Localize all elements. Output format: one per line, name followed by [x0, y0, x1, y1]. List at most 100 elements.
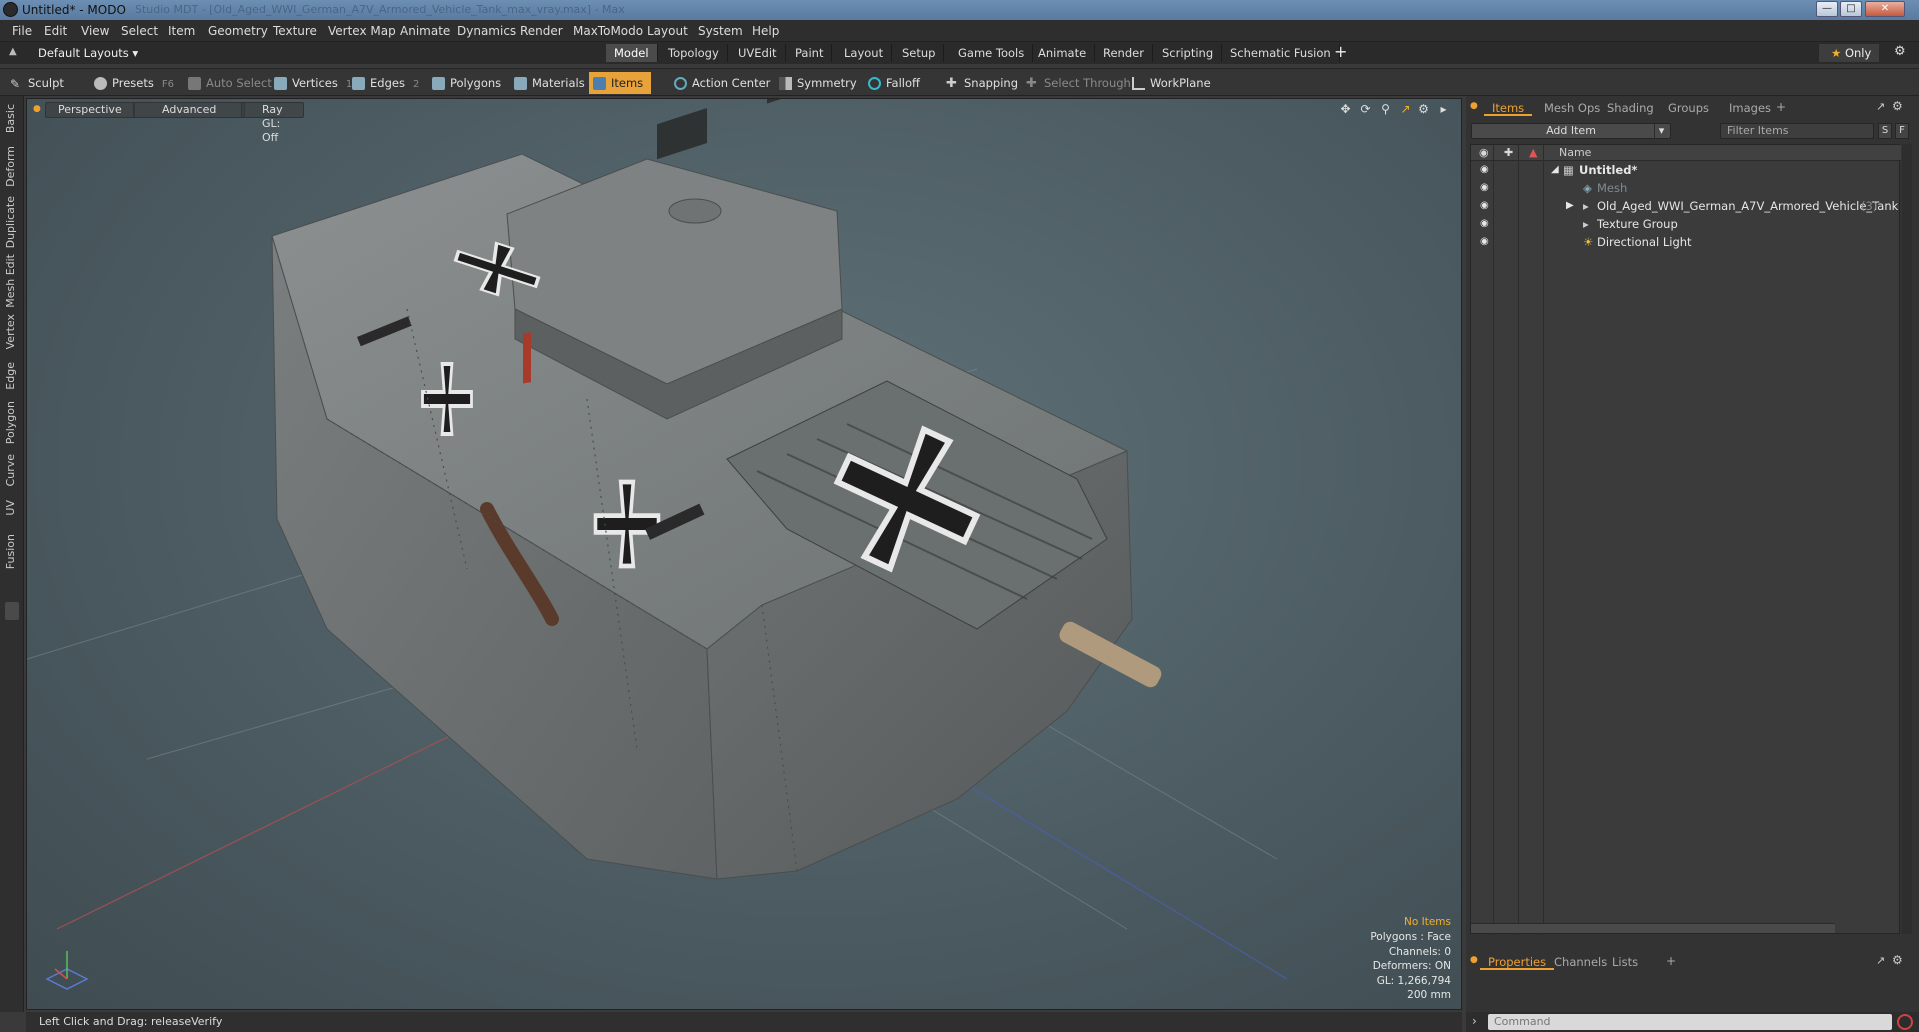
default-layouts-dropdown[interactable]: Default Layouts ▾: [38, 46, 138, 60]
filter-s-button[interactable]: S: [1878, 123, 1892, 139]
vtab-curve[interactable]: Curve: [4, 454, 17, 486]
tab-lists[interactable]: Lists: [1604, 954, 1646, 970]
view-mode-button[interactable]: Perspective: [45, 102, 135, 118]
tab-properties[interactable]: Properties: [1480, 954, 1555, 970]
tree-row-texture-group[interactable]: ◉ ▸ Texture Group: [1471, 215, 1901, 233]
auto-select-button[interactable]: Auto Select: [184, 72, 272, 94]
properties-expand-icon[interactable]: ↗: [1876, 954, 1885, 967]
menu-select[interactable]: Select: [121, 24, 158, 38]
command-input[interactable]: Command: [1488, 1014, 1892, 1030]
tab-mesh-ops[interactable]: Mesh Ops: [1536, 100, 1608, 116]
expand-arrow-icon[interactable]: ▶: [1566, 197, 1574, 215]
menu-edit[interactable]: Edit: [44, 24, 67, 38]
vtab-duplicate[interactable]: Duplicate: [4, 196, 17, 248]
menu-item[interactable]: Item: [168, 24, 195, 38]
vtab-uv[interactable]: UV: [4, 500, 17, 516]
tree-row-directional-light[interactable]: ◉ ☀ Directional Light: [1471, 233, 1901, 251]
falloff-button[interactable]: Falloff: [864, 72, 920, 94]
tab-model[interactable]: Model: [606, 44, 658, 62]
sculpt-button[interactable]: ✎ Sculpt: [6, 72, 64, 94]
viewport-expand-icon[interactable]: ▸: [1437, 103, 1450, 116]
name-column-header[interactable]: Name: [1559, 146, 1591, 159]
shading-mode-button[interactable]: Advanced: [133, 102, 246, 118]
properties-menu-icon[interactable]: ●: [1470, 955, 1478, 965]
vtab-vertex[interactable]: Vertex: [4, 314, 17, 349]
add-properties-tab-button[interactable]: +: [1666, 954, 1676, 968]
minimize-button[interactable]: —: [1816, 1, 1838, 17]
menu-geometry[interactable]: Geometry: [208, 24, 268, 38]
tab-uvedit[interactable]: UVEdit: [730, 44, 786, 62]
vtab-mesh-edit[interactable]: Mesh Edit: [4, 254, 17, 308]
tab-layout[interactable]: Layout: [836, 44, 893, 62]
visibility-eye-icon[interactable]: ◉: [1480, 201, 1492, 211]
tree-row-untitled[interactable]: ◉ ◢ ▦ Untitled*: [1471, 161, 1901, 179]
panel-settings-icon[interactable]: ⚙: [1892, 99, 1903, 113]
presets-button[interactable]: Presets F6: [90, 72, 174, 94]
symmetry-button[interactable]: Symmetry: [775, 72, 857, 94]
close-button[interactable]: ✕: [1865, 1, 1905, 17]
add-item-button[interactable]: Add Item ▾: [1471, 123, 1671, 139]
edges-button[interactable]: Edges 2: [348, 72, 419, 94]
3d-viewport[interactable]: ● Perspective Advanced Ray GL: Off ✥ ⟳ ⚲…: [26, 98, 1462, 1010]
menu-view[interactable]: View: [81, 24, 109, 38]
vtab-polygon[interactable]: Polygon: [4, 401, 17, 444]
add-item-dropdown-icon[interactable]: ▾: [1654, 124, 1668, 138]
add-tab-button[interactable]: +: [1334, 42, 1347, 61]
tab-groups[interactable]: Groups: [1660, 100, 1717, 116]
vtab-deform[interactable]: Deform: [4, 146, 17, 187]
vertices-button[interactable]: Vertices 1: [270, 72, 352, 94]
visibility-eye-icon[interactable]: ◉: [1480, 219, 1492, 229]
workplane-button[interactable]: WorkPlane: [1128, 72, 1211, 94]
record-icon[interactable]: [1897, 1014, 1913, 1030]
tab-items[interactable]: Items: [1484, 100, 1533, 116]
tab-topology[interactable]: Topology: [660, 44, 728, 62]
tab-paint[interactable]: Paint: [787, 44, 833, 62]
tab-shading[interactable]: Shading: [1599, 100, 1662, 116]
visibility-eye-icon[interactable]: ◉: [1480, 237, 1492, 247]
properties-settings-icon[interactable]: ⚙: [1892, 953, 1903, 967]
menu-render[interactable]: Render: [520, 24, 563, 38]
menu-dynamics[interactable]: Dynamics: [457, 24, 516, 38]
tree-row-mesh[interactable]: ◉ ◈ Mesh: [1471, 179, 1901, 197]
filter-items-input[interactable]: Filter Items: [1720, 123, 1874, 139]
only-toggle[interactable]: ★ Only: [1819, 44, 1879, 62]
maximize-viewport-icon[interactable]: ↗: [1399, 103, 1412, 116]
materials-button[interactable]: Materials: [510, 72, 585, 94]
tab-schematic-fusion[interactable]: Schematic Fusion: [1222, 44, 1340, 62]
viewport-menu-icon[interactable]: ●: [33, 104, 41, 114]
items-button[interactable]: Items: [589, 72, 652, 94]
tab-animate[interactable]: Animate: [1030, 44, 1096, 62]
raygl-button[interactable]: Ray GL: Off: [241, 102, 304, 144]
menu-file[interactable]: File: [12, 24, 32, 38]
collapse-arrow-icon[interactable]: ◢: [1551, 161, 1559, 179]
gear-icon[interactable]: ⚙: [1894, 44, 1906, 59]
filter-f-button[interactable]: F: [1895, 123, 1909, 139]
visibility-eye-icon[interactable]: ◉: [1480, 165, 1492, 175]
menu-layout[interactable]: Layout: [647, 24, 688, 38]
tree-row-tank-group[interactable]: ◉ ▶ ▸ Old_Aged_WWI_German_A7V_Armored_Ve…: [1471, 197, 1901, 215]
tab-scripting[interactable]: Scripting: [1154, 44, 1223, 62]
toolbox-toggle-button[interactable]: [5, 602, 19, 620]
menu-animate[interactable]: Animate: [400, 24, 450, 38]
action-center-button[interactable]: Action Center: [670, 72, 770, 94]
tab-render[interactable]: Render: [1095, 44, 1153, 62]
snapping-button[interactable]: ✚ Snapping: [942, 72, 1018, 94]
visibility-eye-icon[interactable]: ◉: [1480, 183, 1492, 193]
viewport-settings-icon[interactable]: ⚙: [1417, 103, 1430, 116]
menu-texture[interactable]: Texture: [273, 24, 317, 38]
select-through-button[interactable]: ✚ Select Through: [1022, 72, 1131, 94]
horizontal-scrollbar[interactable]: [1471, 923, 1835, 933]
vtab-fusion[interactable]: Fusion: [4, 534, 17, 569]
panel-expand-icon[interactable]: ↗: [1876, 100, 1885, 113]
menu-help[interactable]: Help: [752, 24, 779, 38]
add-panel-tab-button[interactable]: +: [1776, 100, 1786, 114]
pan-icon[interactable]: ✥: [1339, 103, 1352, 116]
tab-images[interactable]: Images: [1721, 100, 1779, 116]
menu-system[interactable]: System: [698, 24, 743, 38]
tab-setup[interactable]: Setup: [894, 44, 945, 62]
menu-maxtomodo[interactable]: MaxToModo: [573, 24, 643, 38]
vtab-edge[interactable]: Edge: [4, 362, 17, 390]
polygons-button[interactable]: Polygons: [428, 72, 501, 94]
rotate-icon[interactable]: ⟳: [1359, 103, 1372, 116]
panel-menu-icon[interactable]: ●: [1470, 101, 1478, 111]
